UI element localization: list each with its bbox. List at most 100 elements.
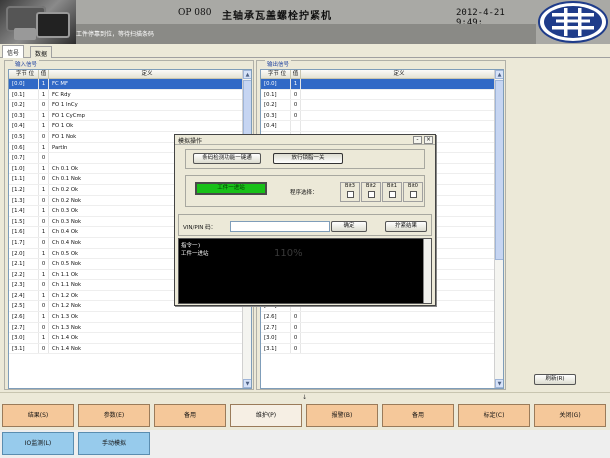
signal-definition [301,343,495,354]
signal-value: 0 [39,322,49,333]
signal-value: 0 [291,312,301,322]
scroll-thumb[interactable] [495,80,503,260]
console-output: 指令一) 工件一进站 110% [178,238,432,304]
scroll-down-icon[interactable]: ▼ [495,379,503,388]
maintenance-button[interactable]: 维护(P) [230,404,302,427]
signal-address: [1.3] [9,195,39,206]
status-bar: 工件停靠到位，等待扫描条码 [76,24,536,44]
tab-bar: 信号 数据 [0,44,610,58]
signal-definition: FC MF [49,79,243,89]
table-row[interactable]: [0.2] 0 FO 1 InCy [9,100,251,111]
output-scrollbar[interactable]: ▲ ▼ [494,70,503,388]
alarm-button[interactable]: 报警(B) [306,404,378,427]
signal-value: 0 [39,174,49,184]
table-row[interactable]: [0.2] 0 [261,100,503,111]
signal-address: [0.6] [9,142,39,153]
output-group-title: 输出信号 [265,60,292,68]
console-scrollbar[interactable] [423,239,431,303]
app-header: OP 080 主轴承瓦盖螺栓拧紧机 2012-4-21 9:49: 工件停靠到位… [0,0,610,44]
tighten-result-button[interactable]: 拧紧结果 [385,221,427,232]
signal-address: [2.6] [9,312,39,322]
close-button[interactable]: 关闭(G) [534,404,606,427]
checkbox-icon[interactable] [409,191,417,198]
scroll-up-icon[interactable]: ▲ [243,70,251,79]
vin-input[interactable] [230,221,330,232]
table-row[interactable]: [0.3] 0 [261,110,503,122]
spare-button-2[interactable]: 备用 [382,404,454,427]
table-row[interactable]: [3.0] 1 Ch 1.4 Ok [9,333,251,344]
minimize-icon[interactable]: - [413,136,422,144]
calibration-button[interactable]: 标定(C) [458,404,530,427]
station-code: OP 080 [178,8,212,18]
bit0-checkbox[interactable]: Bit0 [403,182,423,202]
results-button[interactable]: 结果(S) [2,404,74,427]
signal-definition [301,322,495,333]
signal-definition: FO 1 Ok [49,121,243,131]
column-header-definition[interactable]: 定义 [49,70,243,78]
signal-address: [2.7] [9,322,39,333]
checkbox-icon[interactable] [367,191,375,198]
bit1-checkbox[interactable]: Bit1 [382,182,402,202]
table-row[interactable]: [0.4] 1 FO 1 Ok [9,121,251,132]
table-row[interactable]: [0.1] 0 [261,89,503,101]
column-header-value[interactable]: 值 [291,70,301,78]
column-header-address[interactable]: 字节 位 [261,70,291,78]
table-header: 字节 位 值 定义 [9,70,251,79]
table-row[interactable]: [3.1] 0 [261,343,503,355]
table-row[interactable]: [3.0] 0 [261,333,503,344]
bit3-checkbox[interactable]: Bit3 [340,182,360,202]
status-message: 工件停靠到位，等待扫描条码 [76,31,155,38]
table-row[interactable]: [2.6] 1 Ch 1.3 Ok [9,312,251,323]
signal-address: [1.6] [9,227,39,237]
table-row[interactable]: [0.4] [261,121,503,132]
table-row[interactable]: [2.7] 0 [261,322,503,334]
signal-value: 1 [39,269,49,280]
signal-value: 0 [291,333,301,343]
signal-definition: Ch 1.4 Nok [49,343,243,354]
simulation-dialog: 模拟操作 - × 条码检测功能一键通 放行锁脂一关 工件一进站 程序选择： Bi… [174,134,436,306]
table-row[interactable]: [0.0] 1 [261,79,503,90]
signal-definition: Ch 1.3 Ok [49,312,243,322]
scan-check-button[interactable]: 条码检测功能一键通 [193,153,261,164]
signal-value: 1 [39,206,49,216]
table-row[interactable]: [2.6] 0 [261,312,503,323]
spare-button-1[interactable]: 备用 [154,404,226,427]
table-row[interactable]: [0.0] 1 FC MF [9,79,251,90]
close-icon[interactable]: × [424,136,433,144]
checkbox-icon[interactable] [388,191,396,198]
io-monitor-button[interactable]: IO监测(L) [2,432,74,455]
signal-definition [301,121,495,131]
column-header-value[interactable]: 值 [39,70,49,78]
signal-value: 0 [291,89,301,100]
signal-value: 1 [39,121,49,131]
table-row[interactable]: [0.3] 1 FO 1 CyCmp [9,110,251,122]
title-row: OP 080 主轴承瓦盖螺栓拧紧机 2012-4-21 9:49: [76,0,536,28]
column-header-address[interactable]: 字节 位 [9,70,39,78]
release-button[interactable]: 放行锁脂一关 [273,153,343,164]
table-row[interactable]: [0.1] 1 FC Rdy [9,89,251,101]
signal-address: [3.0] [261,333,291,343]
signal-definition: FO 1 CyCmp [49,110,243,121]
scroll-up-icon[interactable]: ▲ [495,70,503,79]
signal-value: 1 [39,110,49,121]
checkbox-icon[interactable] [346,191,354,198]
manual-simulation-button[interactable]: 手动模拟 [78,432,150,455]
signal-address: [2.2] [9,269,39,280]
table-row[interactable]: [3.1] 0 Ch 1.4 Nok [9,343,251,355]
signal-address: [0.1] [261,89,291,100]
signal-address: [3.1] [9,343,39,354]
column-header-definition[interactable]: 定义 [301,70,495,78]
signal-definition [301,79,495,89]
signal-address: [0.3] [9,110,39,121]
signal-value: 1 [39,163,49,174]
signal-value [291,121,301,131]
tab-signal[interactable]: 信号 [2,45,25,58]
bit2-checkbox[interactable]: Bit2 [361,182,381,202]
parameters-button[interactable]: 参数(E) [78,404,150,427]
scroll-down-icon[interactable]: ▼ [243,379,251,388]
tab-data[interactable]: 数据 [30,46,53,58]
refresh-button[interactable]: 刷新(R) [534,374,576,385]
signal-address: [0.5] [9,131,39,142]
table-row[interactable]: [2.7] 0 Ch 1.3 Nok [9,322,251,334]
confirm-button[interactable]: 确定 [331,221,367,232]
